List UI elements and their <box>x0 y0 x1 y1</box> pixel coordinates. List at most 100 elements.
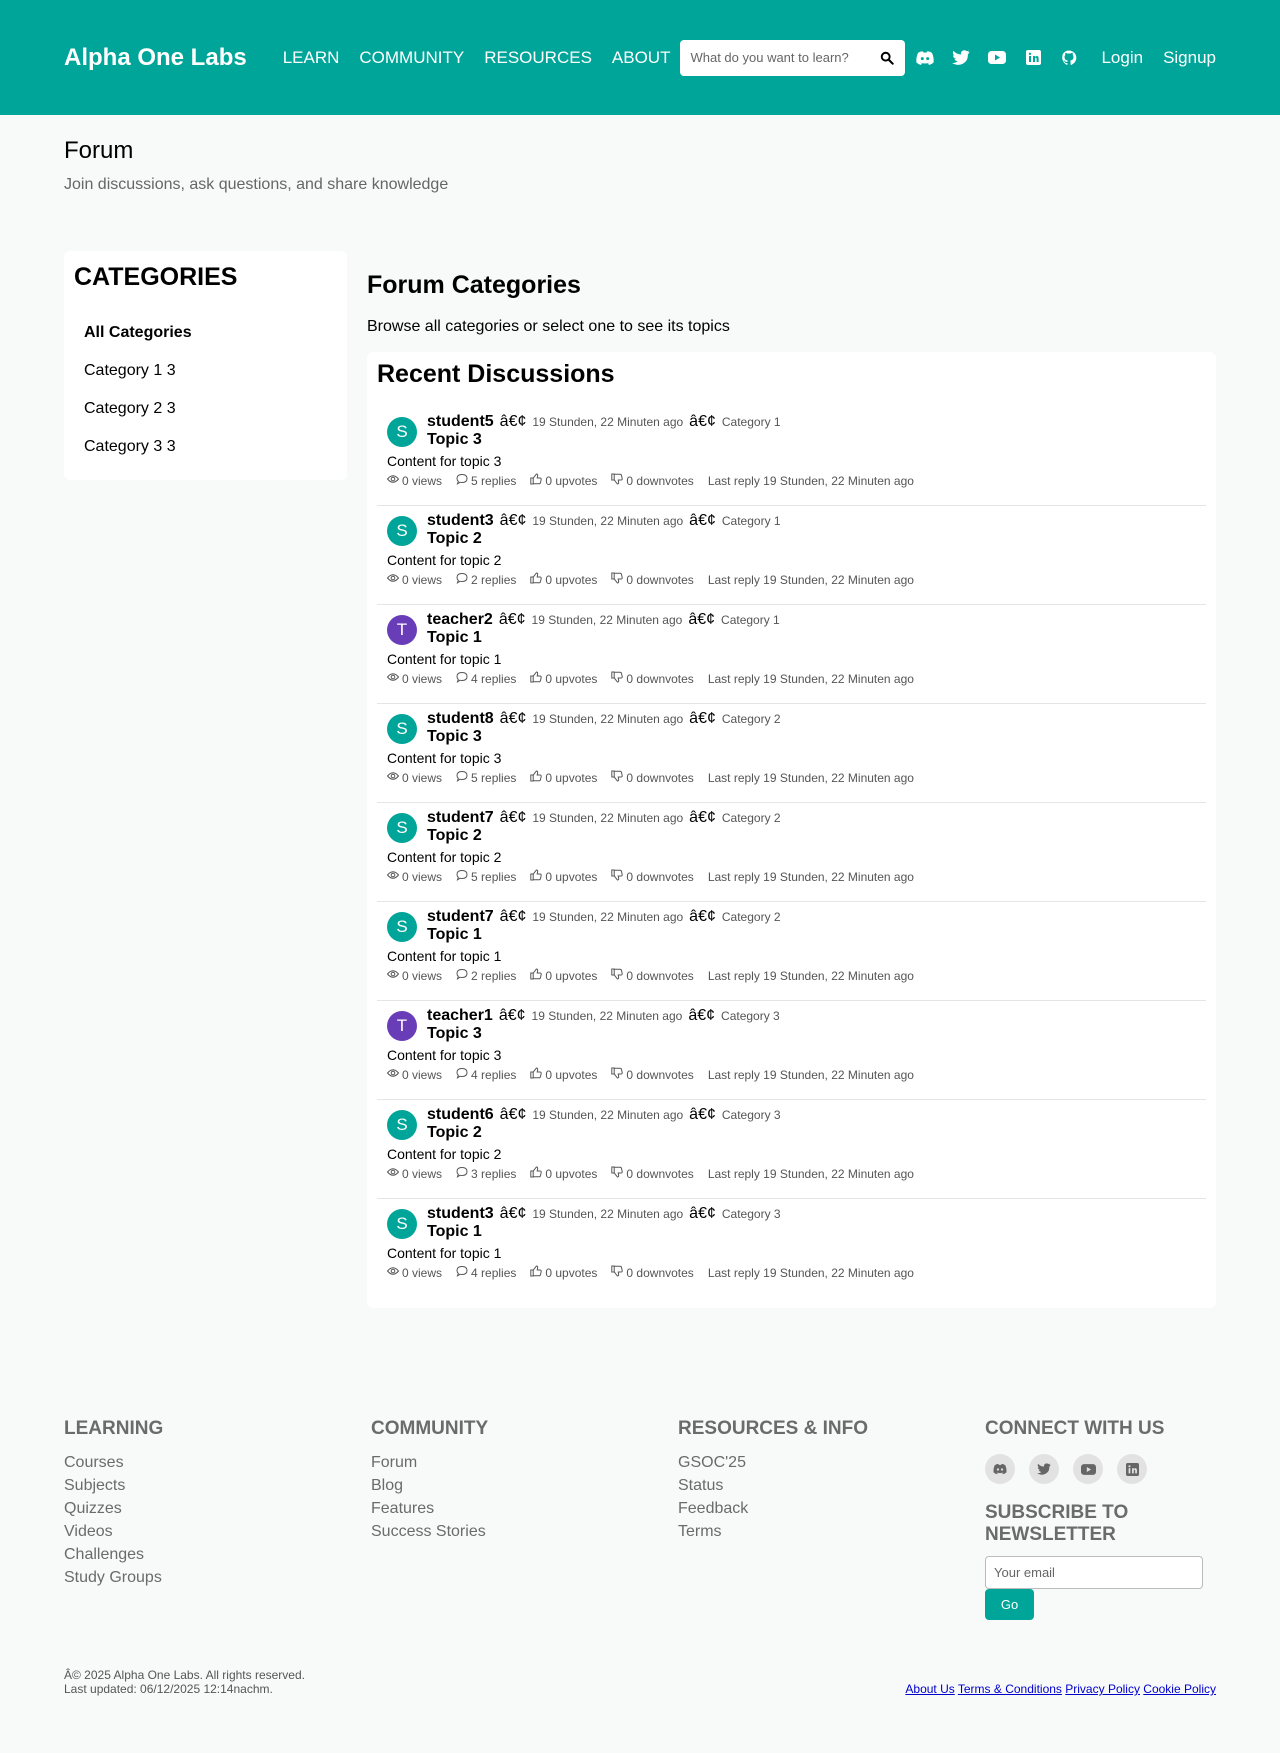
topic-author[interactable]: student8 <box>427 710 494 728</box>
downvotes-stat[interactable]: 0 downvotes <box>611 1166 694 1181</box>
thumbs-down-icon[interactable] <box>611 572 624 587</box>
footer-link-terms-conditions[interactable]: Terms & Conditions <box>958 1682 1062 1696</box>
upvotes-stat[interactable]: 0 upvotes <box>530 1166 597 1181</box>
topic-author[interactable]: student7 <box>427 809 494 827</box>
search-input[interactable] <box>690 50 880 65</box>
sidebar-item-category-1[interactable]: Category 1 3 <box>74 352 337 390</box>
topic-category[interactable]: Category 3 <box>721 1009 780 1023</box>
thumbs-up-icon[interactable] <box>530 473 543 488</box>
thumbs-up-icon[interactable] <box>530 968 543 983</box>
footer-link-gsoc[interactable]: GSOC'25 <box>678 1454 985 1472</box>
topic-author[interactable]: student3 <box>427 1205 494 1223</box>
upvotes-stat[interactable]: 0 upvotes <box>530 572 597 587</box>
upvotes-stat[interactable]: 0 upvotes <box>530 1265 597 1280</box>
topic-category[interactable]: Category 2 <box>722 712 781 726</box>
topic-author[interactable]: teacher1 <box>427 1007 493 1025</box>
avatar[interactable]: S <box>387 516 417 546</box>
discord-icon[interactable] <box>985 1454 1015 1484</box>
sidebar-item-category-2[interactable]: Category 2 3 <box>74 390 337 428</box>
thumbs-up-icon[interactable] <box>530 572 543 587</box>
downvotes-stat[interactable]: 0 downvotes <box>611 572 694 587</box>
topic-row[interactable]: Sstudent8 â€¢ 19 Stunden, 22 Minuten ago â€… <box>377 704 1206 803</box>
topic-title[interactable]: Topic 1 <box>427 629 780 647</box>
topic-title[interactable]: Topic 3 <box>427 728 781 746</box>
search-icon[interactable] <box>879 50 895 66</box>
topic-category[interactable]: Category 3 <box>722 1108 781 1122</box>
topic-row[interactable]: Tteacher2 â€¢ 19 Stunden, 22 Minuten ago â€… <box>377 605 1206 704</box>
footer-link-feedback[interactable]: Feedback <box>678 1500 985 1518</box>
thumbs-up-icon[interactable] <box>530 869 543 884</box>
linkedin-icon[interactable] <box>1023 48 1043 68</box>
topic-category[interactable]: Category 1 <box>721 613 780 627</box>
topic-row[interactable]: Sstudent3 â€¢ 19 Stunden, 22 Minuten ago â€… <box>377 506 1206 605</box>
thumbs-down-icon[interactable] <box>611 473 624 488</box>
downvotes-stat[interactable]: 0 downvotes <box>611 671 694 686</box>
topic-row[interactable]: Sstudent7 â€¢ 19 Stunden, 22 Minuten ago â€… <box>377 803 1206 902</box>
topic-author[interactable]: student7 <box>427 908 494 926</box>
footer-link-privacy-policy[interactable]: Privacy Policy <box>1065 1682 1140 1696</box>
footer-link-success-stories[interactable]: Success Stories <box>371 1523 678 1541</box>
thumbs-down-icon[interactable] <box>611 1067 624 1082</box>
thumbs-down-icon[interactable] <box>611 671 624 686</box>
thumbs-down-icon[interactable] <box>611 1265 624 1280</box>
avatar[interactable]: S <box>387 912 417 942</box>
upvotes-stat[interactable]: 0 upvotes <box>530 473 597 488</box>
topic-title[interactable]: Topic 3 <box>427 1025 780 1043</box>
footer-link-forum[interactable]: Forum <box>371 1454 678 1472</box>
footer-link-features[interactable]: Features <box>371 1500 678 1518</box>
thumbs-up-icon[interactable] <box>530 1067 543 1082</box>
downvotes-stat[interactable]: 0 downvotes <box>611 968 694 983</box>
nav-resources[interactable]: RESOURCES <box>484 48 592 68</box>
topic-row[interactable]: Sstudent5 â€¢ 19 Stunden, 22 Minuten ago â€… <box>377 407 1206 506</box>
nav-about[interactable]: ABOUT <box>612 48 671 68</box>
downvotes-stat[interactable]: 0 downvotes <box>611 473 694 488</box>
brand-logo[interactable]: Alpha One Labs <box>64 44 247 72</box>
thumbs-up-icon[interactable] <box>530 1166 543 1181</box>
footer-link-cookie-policy[interactable]: Cookie Policy <box>1143 1682 1216 1696</box>
upvotes-stat[interactable]: 0 upvotes <box>530 1067 597 1082</box>
topic-category[interactable]: Category 1 <box>722 415 781 429</box>
youtube-icon[interactable] <box>987 48 1007 68</box>
nav-learn[interactable]: LEARN <box>283 48 340 68</box>
footer-link-terms[interactable]: Terms <box>678 1523 985 1541</box>
avatar[interactable]: T <box>387 1011 417 1041</box>
footer-link-videos[interactable]: Videos <box>64 1523 371 1541</box>
topic-author[interactable]: student6 <box>427 1106 494 1124</box>
newsletter-email-input[interactable] <box>985 1556 1203 1589</box>
footer-link-challenges[interactable]: Challenges <box>64 1546 371 1564</box>
thumbs-down-icon[interactable] <box>611 869 624 884</box>
nav-community[interactable]: COMMUNITY <box>359 48 464 68</box>
topic-title[interactable]: Topic 1 <box>427 1223 781 1241</box>
topic-category[interactable]: Category 1 <box>722 514 781 528</box>
avatar[interactable]: S <box>387 714 417 744</box>
upvotes-stat[interactable]: 0 upvotes <box>530 770 597 785</box>
footer-link-study-groups[interactable]: Study Groups <box>64 1569 371 1587</box>
upvotes-stat[interactable]: 0 upvotes <box>530 869 597 884</box>
footer-link-status[interactable]: Status <box>678 1477 985 1495</box>
thumbs-up-icon[interactable] <box>530 671 543 686</box>
avatar[interactable]: S <box>387 417 417 447</box>
avatar[interactable]: S <box>387 813 417 843</box>
twitter-icon[interactable] <box>1029 1454 1059 1484</box>
avatar[interactable]: S <box>387 1209 417 1239</box>
footer-link-quizzes[interactable]: Quizzes <box>64 1500 371 1518</box>
upvotes-stat[interactable]: 0 upvotes <box>530 671 597 686</box>
sidebar-item-all-categories[interactable]: All Categories <box>74 314 337 352</box>
thumbs-down-icon[interactable] <box>611 770 624 785</box>
topic-title[interactable]: Topic 2 <box>427 530 781 548</box>
avatar[interactable]: S <box>387 1110 417 1140</box>
topic-title[interactable]: Topic 2 <box>427 827 781 845</box>
thumbs-down-icon[interactable] <box>611 1166 624 1181</box>
thumbs-up-icon[interactable] <box>530 1265 543 1280</box>
thumbs-down-icon[interactable] <box>611 968 624 983</box>
topic-author[interactable]: student5 <box>427 413 494 431</box>
footer-link-courses[interactable]: Courses <box>64 1454 371 1472</box>
downvotes-stat[interactable]: 0 downvotes <box>611 1067 694 1082</box>
discord-icon[interactable] <box>915 48 935 68</box>
topic-title[interactable]: Topic 3 <box>427 431 781 449</box>
login-link[interactable]: Login <box>1101 48 1143 68</box>
topic-category[interactable]: Category 2 <box>722 910 781 924</box>
topic-row[interactable]: Sstudent3 â€¢ 19 Stunden, 22 Minuten ago â€… <box>377 1199 1206 1298</box>
signup-link[interactable]: Signup <box>1163 48 1216 68</box>
downvotes-stat[interactable]: 0 downvotes <box>611 770 694 785</box>
